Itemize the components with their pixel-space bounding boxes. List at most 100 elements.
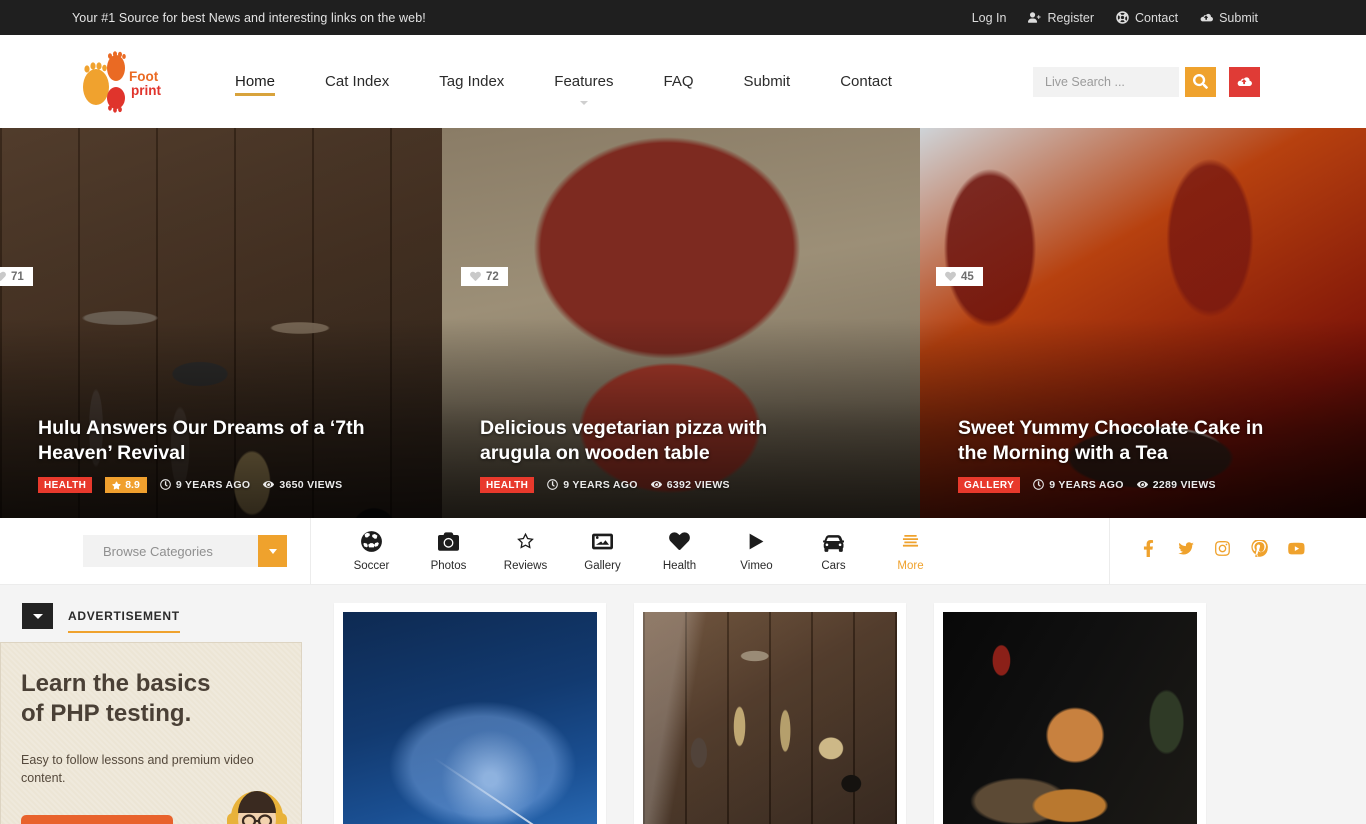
lifebuoy-icon (1116, 11, 1129, 24)
category-health[interactable]: Health (641, 531, 718, 572)
search-icon (1193, 74, 1208, 89)
top-links: Log In Register Contact Submit (972, 11, 1258, 25)
category-photos[interactable]: Photos (410, 531, 487, 572)
category-label: Health (662, 559, 697, 572)
play-icon (746, 531, 767, 553)
advertisement-collapse-button[interactable] (22, 603, 53, 629)
pinterest-icon[interactable] (1251, 538, 1268, 562)
category-badge[interactable]: HEALTH (480, 476, 535, 493)
slide-meta: GALLERY 9 YEARS AGO 2289 VIEWS (958, 476, 1342, 493)
like-badge[interactable]: 71 (0, 267, 33, 286)
facebook-icon[interactable] (1140, 540, 1157, 562)
slide-views: 3650 VIEWS (263, 479, 342, 491)
category-badge[interactable]: GALLERY (958, 476, 1021, 493)
category-gallery[interactable]: Gallery (564, 531, 641, 572)
content-grid (310, 585, 1366, 824)
slide-caption: Sweet Yummy Chocolate Cake in the Mornin… (958, 416, 1342, 493)
category-soccer[interactable]: Soccer (333, 531, 410, 572)
nav-item-features[interactable]: Features (529, 62, 638, 105)
ad-headline-line2: of PHP testing. (21, 700, 192, 727)
post-card[interactable] (334, 603, 606, 824)
slide-title[interactable]: Hulu Answers Our Dreams of a ‘7th Heaven… (38, 416, 368, 465)
slide-age-label: 9 YEARS AGO (175, 478, 251, 491)
site-logo[interactable]: Foot print (72, 50, 164, 113)
search-input[interactable] (1033, 66, 1179, 97)
header-upload-button[interactable] (1229, 66, 1260, 97)
hero-slide[interactable]: 71 Hulu Answers Our Dreams of a ‘7th Hea… (0, 128, 442, 518)
category-bar: Browse Categories Soccer Photos Reviews (0, 518, 1366, 585)
post-thumbnail-vintage-tools-on-wood[interactable] (643, 612, 897, 824)
rating-value: 8.9 (125, 479, 140, 491)
advertisement-title: ADVERTISEMENT (68, 609, 180, 633)
category-vimeo[interactable]: Vimeo (718, 531, 795, 572)
post-card[interactable] (634, 603, 906, 824)
category-reviews[interactable]: Reviews (487, 531, 564, 572)
cloud-upload-icon (1200, 11, 1214, 24)
nav-item-faq[interactable]: FAQ (638, 62, 718, 102)
ad-headline: Learn the basics of PHP testing. (21, 669, 210, 729)
chevron-down-icon (32, 613, 43, 619)
nav-item-cat-index[interactable]: Cat Index (300, 62, 414, 102)
top-utility-bar: Your #1 Source for best News and interes… (0, 0, 1366, 35)
clock-icon (160, 479, 171, 491)
page-body: ADVERTISEMENT Learn the basics of PHP te… (0, 585, 1366, 824)
nav-item-submit[interactable]: Submit (719, 62, 816, 102)
nav-label: Cat Index (325, 72, 390, 90)
ad-cta-button[interactable] (21, 815, 173, 824)
nav-item-contact[interactable]: Contact (815, 62, 917, 102)
instagram-icon[interactable] (1214, 540, 1231, 562)
category-label: Vimeo (740, 559, 773, 572)
category-badge[interactable]: HEALTH (38, 476, 93, 493)
nav-item-tag-index[interactable]: Tag Index (414, 62, 529, 102)
search-button[interactable] (1185, 66, 1216, 97)
like-badge[interactable]: 45 (936, 267, 983, 286)
post-thumbnail-starry-night-sky[interactable] (343, 612, 597, 824)
like-count: 72 (486, 270, 499, 283)
hero-slide[interactable]: 45 Sweet Yummy Chocolate Cake in the Mor… (920, 128, 1366, 518)
slide-meta: HEALTH 8.9 9 YEARS AGO 3650 VIEWS (38, 476, 418, 493)
submit-link[interactable]: Submit (1200, 11, 1258, 25)
nav-label: Features (554, 72, 614, 90)
nav-label: Submit (743, 72, 791, 90)
category-more[interactable]: More (872, 531, 949, 572)
twitter-icon[interactable] (1177, 540, 1194, 562)
login-link[interactable]: Log In (972, 11, 1007, 25)
like-count: 71 (11, 270, 24, 283)
post-card[interactable] (934, 603, 1206, 824)
contact-link[interactable]: Contact (1116, 11, 1178, 25)
category-cars[interactable]: Cars (795, 531, 872, 572)
submit-label: Submit (1219, 10, 1258, 25)
svg-text:Foot: Foot (129, 69, 159, 84)
slide-title[interactable]: Delicious vegetarian pizza with arugula … (480, 416, 810, 465)
youtube-icon[interactable] (1288, 540, 1305, 562)
ad-subtext: Easy to follow lessons and premium video… (21, 753, 254, 786)
category-links: Soccer Photos Reviews Gallery Health Vim… (310, 518, 1110, 584)
browse-categories-caret-button[interactable] (258, 535, 287, 567)
hero-slider: 71 Hulu Answers Our Dreams of a ‘7th Hea… (0, 128, 1366, 518)
main-navigation: Home Cat Index Tag Index Features FAQ Su… (210, 62, 917, 105)
register-link[interactable]: Register (1028, 11, 1094, 25)
ad-mascot-face-icon (227, 791, 287, 824)
slide-caption: Hulu Answers Our Dreams of a ‘7th Heaven… (38, 416, 418, 493)
category-label: More (897, 559, 924, 572)
heart-icon (470, 271, 481, 281)
post-thumbnail-tiger-cub-in-cage[interactable] (943, 612, 1197, 824)
clock-icon (1033, 479, 1045, 491)
svg-text:print: print (131, 83, 161, 98)
slide-age-label: 9 YEARS AGO (563, 478, 638, 491)
category-label: Photos (430, 559, 467, 572)
heart-icon (945, 271, 956, 281)
footprint-logo-icon: Foot print (83, 50, 161, 113)
star-icon (112, 481, 121, 489)
slide-age: 9 YEARS AGO (547, 479, 638, 491)
eye-icon (263, 481, 275, 489)
slide-title[interactable]: Sweet Yummy Chocolate Cake in the Mornin… (958, 416, 1288, 465)
advertisement-banner[interactable]: Learn the basics of PHP testing. Easy to… (0, 642, 302, 824)
browse-categories-dropdown[interactable]: Browse Categories (83, 535, 287, 567)
like-badge[interactable]: 72 (461, 267, 508, 286)
cloud-upload-icon (1237, 77, 1252, 87)
nav-item-home[interactable]: Home (210, 62, 300, 102)
slide-age: 9 YEARS AGO (160, 479, 251, 491)
register-label: Register (1047, 10, 1094, 25)
hero-slide[interactable]: 72 Delicious vegetarian pizza with arugu… (442, 128, 920, 518)
